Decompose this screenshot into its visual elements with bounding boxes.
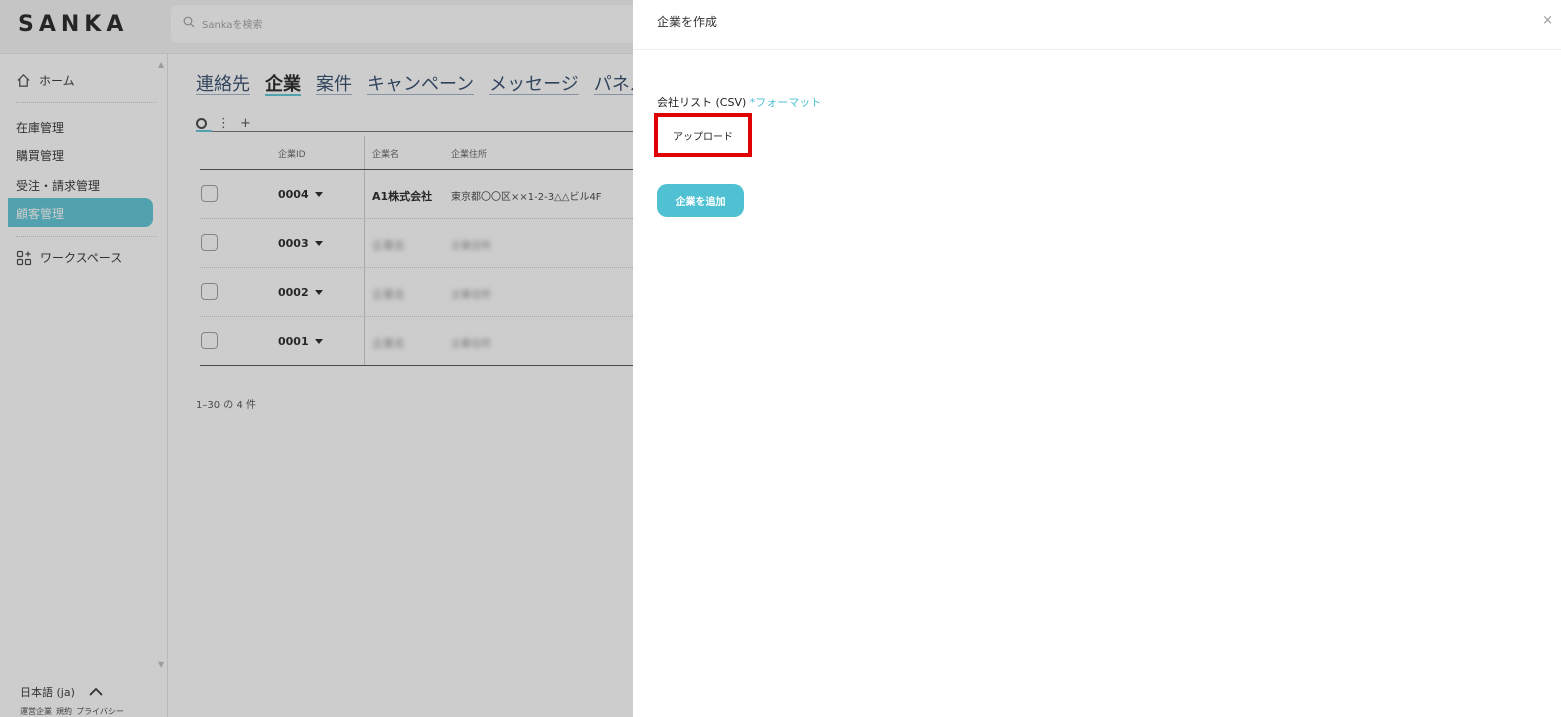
format-link[interactable]: フォーマット [755,96,821,109]
close-icon[interactable]: × [1542,13,1553,28]
add-company-button[interactable]: 企業を追加 [657,184,744,217]
upload-button[interactable]: アップロード [659,118,747,152]
modal-overlay[interactable] [0,0,633,717]
field-label-text: 会社リスト (CSV) [657,96,747,109]
create-company-drawer: 企業を作成 × 会社リスト (CSV) *フォーマット アップロード 企業を追加 [633,0,1561,717]
csv-field-label: 会社リスト (CSV) *フォーマット [657,94,821,110]
divider [633,49,1561,50]
drawer-title: 企業を作成 [657,15,718,29]
